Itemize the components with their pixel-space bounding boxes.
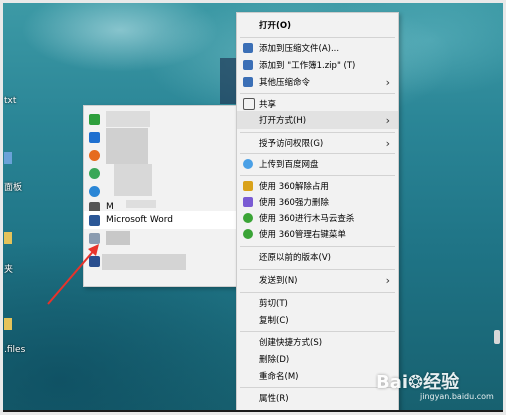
unlock-icon — [243, 181, 253, 191]
cloud-icon — [243, 159, 253, 169]
menu-separator — [240, 269, 395, 270]
menu-separator — [240, 292, 395, 293]
menu-separator — [240, 175, 395, 176]
share-icon — [243, 98, 255, 110]
menu-separator — [240, 387, 395, 388]
archive-icon — [243, 43, 253, 53]
menu-separator — [240, 93, 395, 94]
menu-separator — [240, 246, 395, 247]
taskbar — [0, 410, 506, 415]
menu-separator — [240, 331, 395, 332]
menu-item-other-compress[interactable]: 其他压缩命令 › — [237, 73, 398, 91]
menu-item-open-with[interactable]: 打开方式(H) › — [237, 111, 398, 129]
context-menu: 打开(O) 添加到压缩文件(A)... 添加到 "工作簿1.zip" (T) 其… — [236, 12, 399, 412]
menu-item-grant-access[interactable]: 授予访问权限(G) › — [237, 134, 398, 152]
menu-separator — [240, 37, 395, 38]
menu-item-properties[interactable]: 属性(R) — [237, 389, 398, 407]
paw-icon: ❂ — [408, 372, 424, 393]
chevron-right-icon: › — [385, 113, 390, 127]
chevron-right-icon: › — [385, 136, 390, 150]
menu-item-cut[interactable]: 剪切(T) — [237, 294, 398, 312]
menu-item-send-to[interactable]: 发送到(N) › — [237, 271, 398, 289]
shield-icon — [243, 229, 253, 239]
menu-item-add-archive[interactable]: 添加到压缩文件(A)... — [237, 39, 398, 57]
menu-item-add-zip[interactable]: 添加到 "工作簿1.zip" (T) — [237, 56, 398, 74]
menu-item-rename[interactable]: 重命名(M) — [237, 367, 398, 385]
menu-item-delete[interactable]: 删除(D) — [237, 350, 398, 368]
menu-item-restore-versions[interactable]: 还原以前的版本(V) — [237, 248, 398, 266]
chevron-right-icon: › — [385, 273, 390, 287]
menu-item-open[interactable]: 打开(O) — [237, 16, 398, 34]
baidu-watermark: Bai❂经验 — [376, 372, 460, 393]
menu-item-360-manage[interactable]: 使用 360管理右键菜单 — [237, 225, 398, 243]
menu-separator — [240, 132, 395, 133]
menu-separator — [240, 153, 395, 154]
watermark-url: jingyan.baidu.com — [420, 392, 494, 401]
menu-item-baidu-upload[interactable]: 上传到百度网盘 — [237, 155, 398, 173]
chevron-right-icon: › — [385, 75, 390, 89]
menu-item-copy[interactable]: 复制(C) — [237, 311, 398, 329]
archive-icon — [243, 60, 253, 70]
menu-item-create-shortcut[interactable]: 创建快捷方式(S) — [237, 333, 398, 351]
archive-icon — [243, 77, 253, 87]
delete-icon — [243, 197, 253, 207]
shield-icon — [243, 213, 253, 223]
